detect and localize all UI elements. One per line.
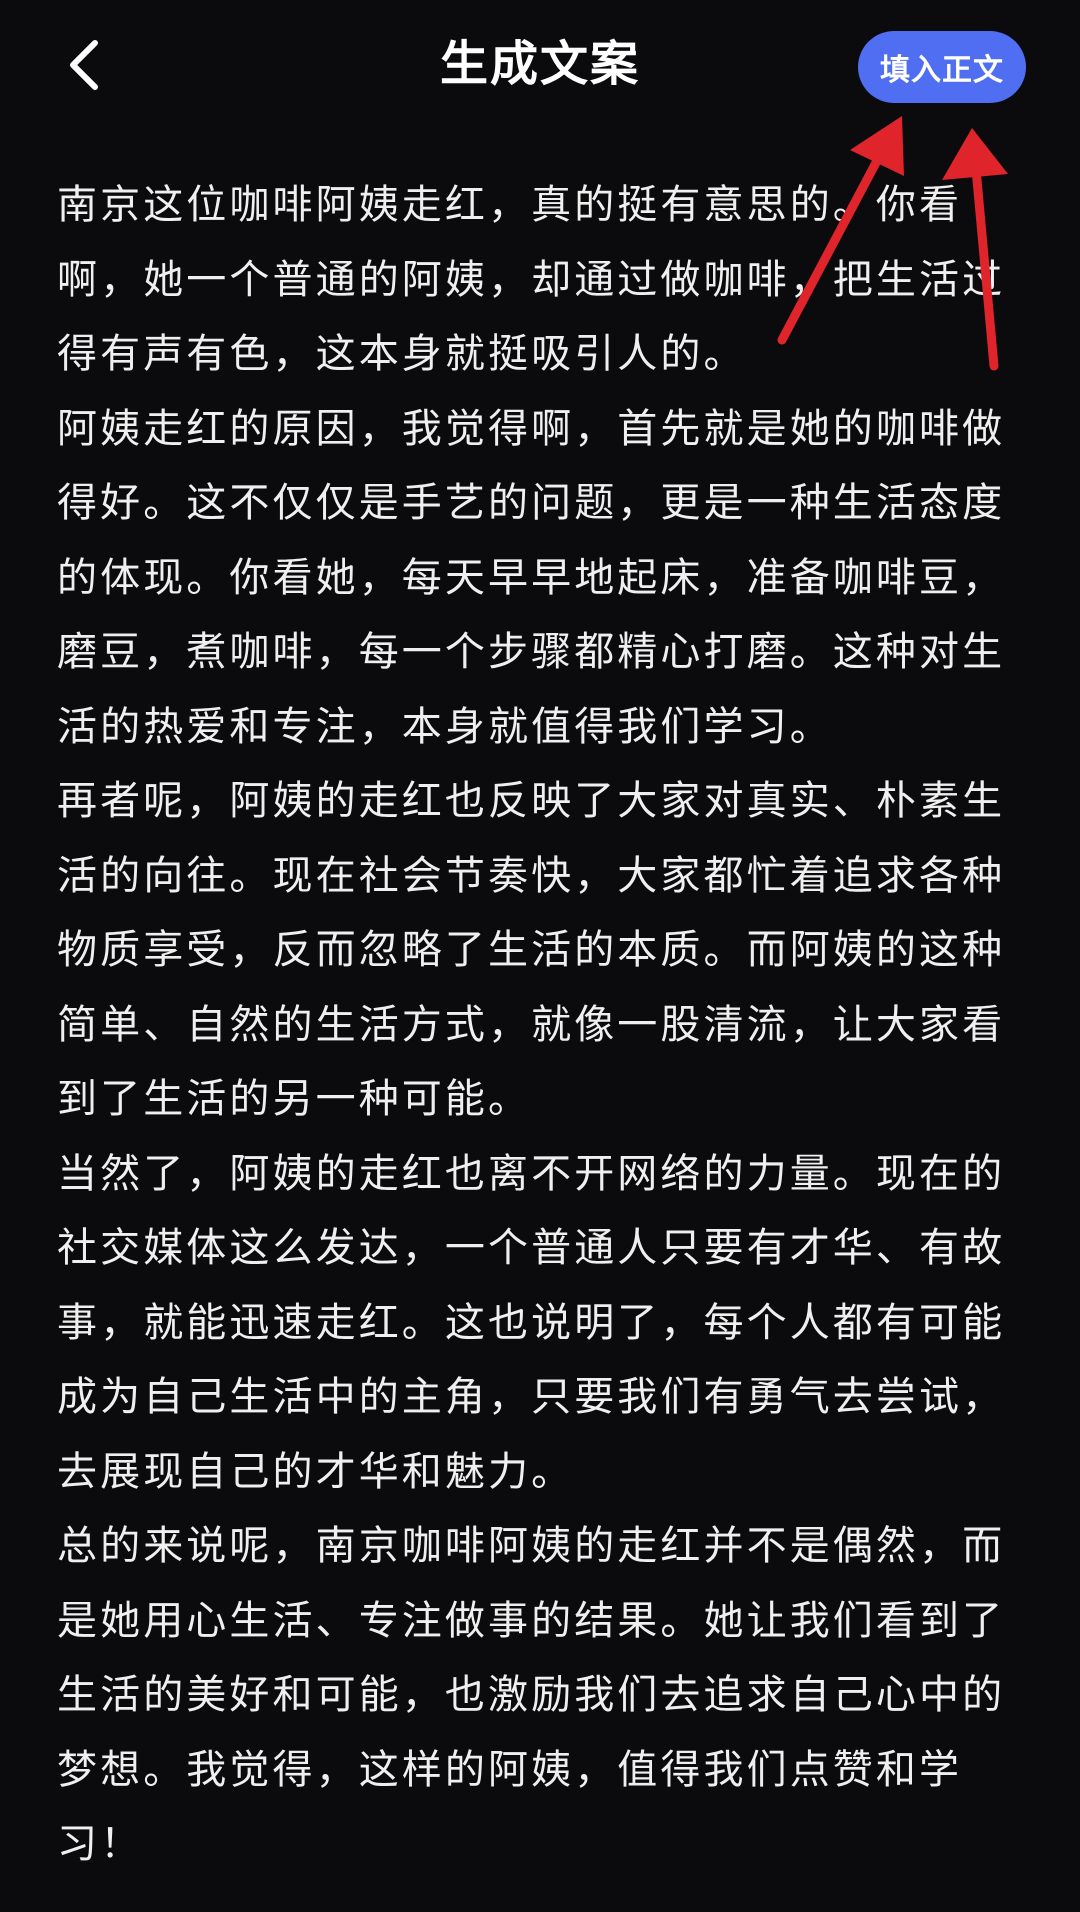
paragraph: 再者呢，阿姨的走红也反映了大家对真实、朴素生活的向往。现在社会节奏快，大家都忙着… (57, 778, 1006, 1122)
generated-copy-text: 南京这位咖啡阿姨走红，真的挺有意思的。你看啊，她一个普通的阿姨，却通过做咖啡，把… (57, 168, 1032, 1882)
paragraph: 总的来说呢，南京咖啡阿姨的走红并不是偶然，而是她用心生活、专注做事的结果。她让我… (57, 1523, 1006, 1867)
paragraph: 当然了，阿姨的走红也离不开网络的力量。现在的社交媒体这么发达，一个普通人只要有才… (57, 1150, 1006, 1495)
header-bar: 生成文案 填入正文 (0, 0, 1080, 135)
paragraph: 南京这位咖啡阿姨走红，真的挺有意思的。你看啊，她一个普通的阿姨，却通过做咖啡，把… (57, 182, 1006, 377)
paragraph: 阿姨走红的原因，我觉得啊，首先就是她的咖啡做得好。这不仅仅是手艺的问题，更是一种… (57, 405, 1006, 750)
fill-in-body-button[interactable]: 填入正文 (858, 31, 1026, 103)
